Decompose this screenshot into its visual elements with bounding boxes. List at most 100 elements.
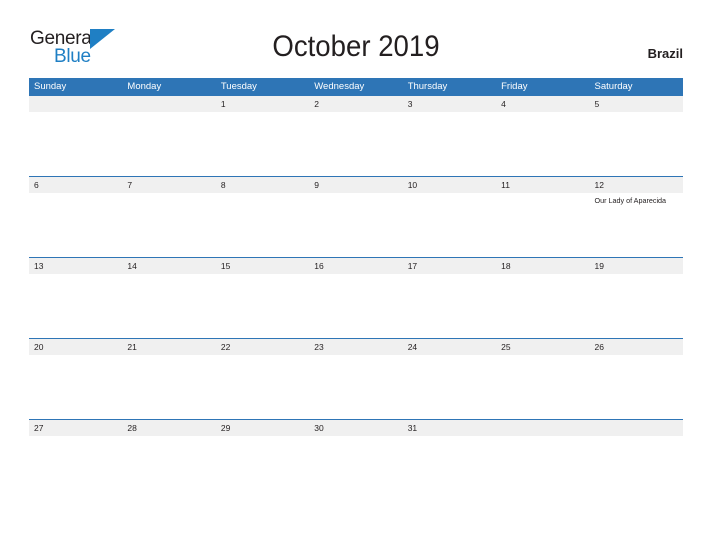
week-row: 1 2 3 4 5 [29,96,683,176]
day-number-band: 26 [589,339,683,355]
day-number-band: 1 [215,96,310,112]
day-cell-16[interactable]: 16 [309,258,403,338]
day-events [590,112,683,115]
weekday-header-saturday: Saturday [594,81,633,92]
day-cell-1[interactable]: 1 [215,96,310,176]
day-cell-21[interactable]: 21 [122,339,216,419]
day-cell-23[interactable]: 23 [309,339,403,419]
day-events [29,274,122,277]
day-cell-30[interactable]: 30 [309,420,403,500]
week-row: 13 14 15 16 17 18 19 [29,257,683,338]
day-number-band: 29 [215,420,310,436]
day-number-band: 30 [309,420,403,436]
day-cell-31[interactable]: 31 [402,420,497,500]
day-cell-18[interactable]: 18 [496,258,590,338]
day-number: 6 [34,180,39,190]
day-cell-9[interactable]: 9 [309,177,403,257]
day-cell-14[interactable]: 14 [122,258,216,338]
day-events [29,436,122,439]
day-number: 30 [314,423,324,433]
day-number: 15 [220,261,231,271]
day-number-band: 19 [589,258,683,274]
day-number: 16 [314,261,324,271]
day-events [403,112,496,115]
day-cell-17[interactable]: 17 [402,258,497,338]
day-cell-20[interactable]: 20 [29,339,123,419]
day-cell-13[interactable]: 13 [29,258,123,338]
day-cell-empty[interactable] [122,96,216,176]
day-number: 28 [127,423,137,433]
day-cell-empty[interactable] [589,420,683,500]
day-number-band: 12 [589,177,683,193]
day-cell-empty[interactable] [29,96,123,176]
day-events [122,436,215,439]
day-number-band: 6 [29,177,123,193]
week-row: 27 28 29 30 31 [29,419,683,500]
day-number: 26 [594,342,604,352]
day-cell-28[interactable]: 28 [122,420,216,500]
day-cell-11[interactable]: 11 [496,177,590,257]
day-cell-25[interactable]: 25 [496,339,590,419]
day-number: 27 [34,423,44,433]
day-events [590,274,683,277]
day-number-band: 13 [29,258,123,274]
day-number: 17 [407,261,418,271]
day-events [403,193,496,196]
day-events [122,274,215,277]
day-number: 22 [220,342,231,352]
day-cell-8[interactable]: 8 [215,177,310,257]
day-cell-5[interactable]: 5 [589,96,683,176]
day-number-band: 23 [309,339,403,355]
day-cell-empty[interactable] [496,420,590,500]
day-events [29,112,122,115]
day-number: 23 [314,342,324,352]
day-number-band: 5 [589,96,683,112]
day-cell-2[interactable]: 2 [309,96,403,176]
day-cell-6[interactable]: 6 [29,177,123,257]
day-number-band [496,420,590,436]
day-number: 9 [314,180,319,190]
day-cell-22[interactable]: 22 [215,339,310,419]
day-cell-15[interactable]: 15 [215,258,310,338]
day-number-band [29,96,123,112]
day-number: 8 [220,180,226,190]
day-cell-12[interactable]: 12 Our Lady of Aparecida [589,177,683,257]
day-number-band [589,420,683,436]
day-cell-7[interactable]: 7 [122,177,216,257]
day-number-band: 31 [402,420,497,436]
day-events [122,193,215,196]
day-number-band: 22 [215,339,310,355]
day-number-band: 18 [496,258,590,274]
day-number: 4 [501,99,506,109]
day-number-band: 20 [29,339,123,355]
day-cell-10[interactable]: 10 [402,177,497,257]
day-number-band: 14 [122,258,216,274]
day-number-band: 25 [496,339,590,355]
day-number: 10 [407,180,418,190]
day-number-band: 27 [29,420,123,436]
day-cell-24[interactable]: 24 [402,339,497,419]
day-cell-26[interactable]: 26 [589,339,683,419]
day-number: 11 [501,180,510,190]
day-cell-4[interactable]: 4 [496,96,590,176]
day-number: 20 [34,342,44,352]
day-number-band: 9 [309,177,403,193]
day-number-band: 4 [496,96,590,112]
day-cell-19[interactable]: 19 [589,258,683,338]
day-cell-27[interactable]: 27 [29,420,123,500]
holiday-label: Our Lady of Aparecida [594,196,667,205]
day-cell-29[interactable]: 29 [215,420,310,500]
day-events [29,355,122,358]
weekday-header-thursday: Thursday [407,81,448,92]
day-number: 1 [220,99,226,109]
week-inner: 13 14 15 16 17 18 19 [29,258,683,338]
week-inner: 27 28 29 30 31 [29,420,683,500]
day-events [590,436,683,439]
day-events [309,112,402,115]
day-cell-3[interactable]: 3 [402,96,497,176]
week-inner: 6 7 8 9 10 11 12 Our Lady of Aparecida [29,177,683,257]
day-events [496,355,589,358]
day-events [403,274,496,277]
day-number: 19 [594,261,604,271]
day-number-band: 8 [215,177,310,193]
